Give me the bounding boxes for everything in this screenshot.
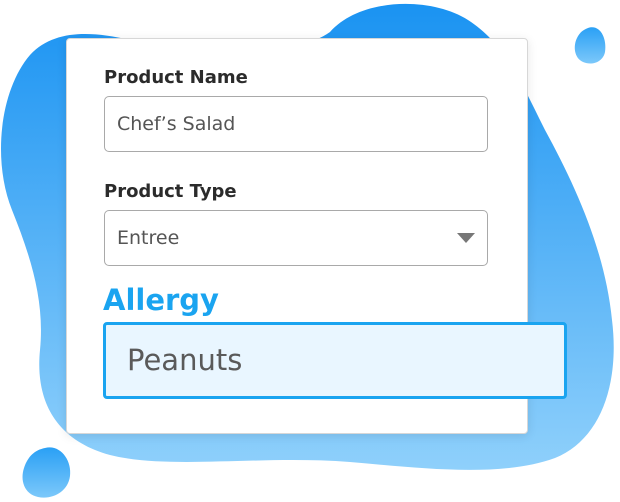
allergy-value: Peanuts: [127, 343, 243, 377]
allergy-input[interactable]: Peanuts: [103, 322, 567, 399]
illustration-stage: Product Name Chef’s Salad Product Type E…: [0, 0, 620, 502]
product-name-label: Product Name: [104, 67, 248, 88]
small-blob-bottom-left: [22, 447, 71, 498]
product-name-value: Chef’s Salad: [117, 113, 236, 135]
product-type-label: Product Type: [104, 181, 237, 202]
allergy-label: Allergy: [103, 283, 219, 317]
product-name-input[interactable]: Chef’s Salad: [104, 96, 488, 152]
product-type-select[interactable]: Entree: [104, 210, 488, 266]
small-blob-top-right: [574, 27, 606, 64]
product-type-selected-value: Entree: [117, 227, 180, 249]
caret-down-icon: [457, 233, 475, 243]
